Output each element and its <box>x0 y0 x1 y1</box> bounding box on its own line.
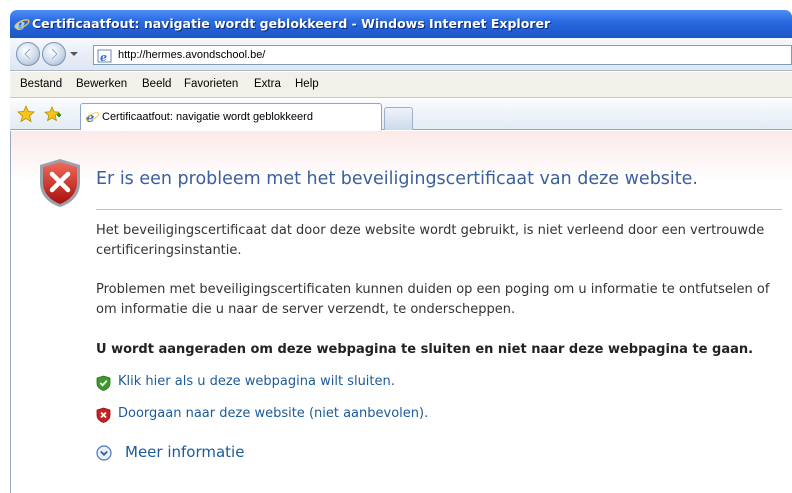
certificate-explanation: Het beveiligingscertificaat dat door dez… <box>96 223 765 258</box>
address-toolbar: e http://hermes.avondschool.be/ <box>10 38 792 71</box>
menu-item-beeld[interactable]: Beeld <box>142 78 171 90</box>
menu-bar: Bestand Bewerken Beeld Favorieten Extra … <box>10 72 792 98</box>
title-bar[interactable]: e Certificaatfout: navigatie wordt geblo… <box>10 10 792 38</box>
window-title: Certificaatfout: navigatie wordt geblokk… <box>32 16 551 31</box>
forward-button[interactable] <box>42 42 66 66</box>
tab-page-icon: e <box>85 109 100 128</box>
recommendation-text: U wordt aangeraden om deze webpagina te … <box>96 342 754 357</box>
menu-item-bestand[interactable]: Bestand <box>20 78 62 90</box>
menu-item-help[interactable]: Help <box>295 78 319 90</box>
close-page-link[interactable]: Klik hier als u deze webpagina wilt slui… <box>118 374 395 389</box>
favorites-star-icon[interactable] <box>17 104 35 127</box>
address-url: http://hermes.avondschool.be/ <box>118 49 266 61</box>
divider <box>96 209 782 210</box>
back-button[interactable] <box>16 42 40 66</box>
tab-bar: e Certificaatfout: navigatie wordt geblo… <box>10 99 792 130</box>
svg-text:e: e <box>100 51 107 63</box>
address-input[interactable]: e http://hermes.avondschool.be/ <box>93 45 792 65</box>
menu-item-favorieten[interactable]: Favorieten <box>184 78 238 90</box>
add-favorite-icon[interactable] <box>44 105 62 127</box>
forward-arrow-icon <box>51 48 59 60</box>
more-information-label: Meer informatie <box>125 443 245 461</box>
green-shield-icon <box>96 375 111 395</box>
risk-explanation: Problemen met beveiligingscertificaten k… <box>96 282 770 317</box>
menu-item-extra[interactable]: Extra <box>254 78 281 90</box>
ie-logo-icon: e <box>14 15 30 36</box>
tab-label: Certificaatfout: navigatie wordt geblokk… <box>102 111 313 123</box>
new-tab-button[interactable] <box>384 107 413 130</box>
page-icon: e <box>97 48 113 67</box>
expand-circle-icon <box>96 445 112 465</box>
red-shield-icon <box>96 407 111 427</box>
back-arrow-icon <box>23 48 31 60</box>
error-page: Er is een probleem met het beveiligingsc… <box>10 131 792 493</box>
red-shield-error-icon <box>37 157 83 213</box>
page-title: Er is een probleem met het beveiligingsc… <box>96 169 698 189</box>
continue-to-website-link[interactable]: Doorgaan naar deze website (niet aanbevo… <box>118 406 428 421</box>
menu-item-bewerken[interactable]: Bewerken <box>76 78 127 90</box>
tab-certificate-error[interactable]: e Certificaatfout: navigatie wordt geblo… <box>80 103 382 130</box>
recent-pages-dropdown[interactable] <box>70 52 78 56</box>
